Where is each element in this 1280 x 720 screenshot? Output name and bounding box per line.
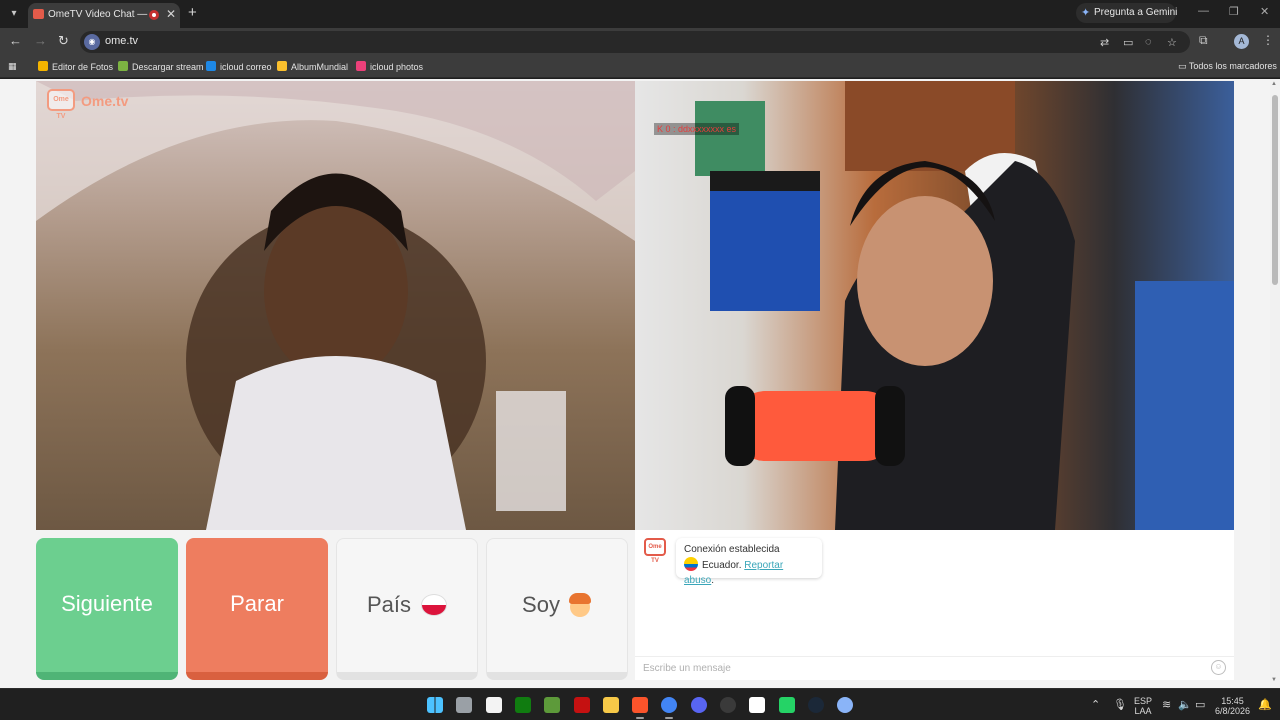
country-name: Ecuador. bbox=[702, 560, 742, 571]
battery-icon[interactable]: ▭ bbox=[1195, 698, 1205, 711]
scroll-up-icon[interactable]: ▲ bbox=[1271, 81, 1277, 87]
menu-icon[interactable]: ⋮ bbox=[1262, 33, 1274, 47]
extensions-icon[interactable]: ⧉ bbox=[1199, 33, 1208, 48]
apps-grid-icon[interactable]: ▦ bbox=[8, 61, 17, 72]
logo-tv-icon: Ome TV bbox=[47, 89, 75, 120]
back-icon[interactable]: ← bbox=[9, 33, 22, 48]
language-top: ESP bbox=[1134, 696, 1153, 706]
discord-icon[interactable] bbox=[691, 697, 707, 713]
tab-close-icon[interactable]: ✕ bbox=[166, 7, 176, 21]
ecuador-flag-icon bbox=[684, 557, 698, 571]
brave-icon[interactable] bbox=[632, 697, 648, 719]
tab-bar: ▾ OmeTV Video Chat — Ome ✕ + ✦ Pregunta … bbox=[0, 0, 1280, 28]
address-bar[interactable]: ◉ ome.tv ⇄ ▭ ◌ ☆ bbox=[80, 31, 1190, 53]
gemini-button-label: Pregunta a Gemini bbox=[1094, 7, 1178, 18]
capcut-icon[interactable] bbox=[749, 697, 765, 713]
bookmark-star-icon[interactable]: ☆ bbox=[1167, 36, 1177, 49]
country-button[interactable]: País bbox=[336, 538, 478, 680]
stranger-video-frame bbox=[36, 81, 635, 530]
gender-button-label: Soy bbox=[522, 592, 560, 617]
logo-text: Ome.tv bbox=[81, 93, 129, 109]
clock[interactable]: 15:45 6/8/2026 bbox=[1215, 696, 1250, 716]
minecraft-icon[interactable] bbox=[544, 697, 560, 713]
report-suffix: . bbox=[711, 575, 715, 586]
profile-avatar[interactable]: A bbox=[1234, 34, 1249, 49]
task-view-icon[interactable] bbox=[456, 697, 472, 713]
minimize-icon[interactable]: — bbox=[1198, 5, 1209, 17]
among-us-icon[interactable] bbox=[574, 697, 590, 713]
tab-ometv[interactable]: OmeTV Video Chat — Ome ✕ bbox=[28, 3, 180, 28]
self-video bbox=[635, 81, 1234, 530]
bookmark-descargar-stream[interactable]: Descargar stream bbox=[118, 61, 204, 72]
settings-icon[interactable] bbox=[837, 697, 853, 713]
new-tab-button[interactable]: + bbox=[188, 4, 197, 21]
bookmark-editor-fotos[interactable]: Editor de Fotos bbox=[38, 61, 113, 72]
poland-flag-icon bbox=[421, 594, 448, 616]
tab-title: OmeTV Video Chat — Ome bbox=[48, 9, 148, 20]
whatsapp-icon[interactable] bbox=[779, 697, 795, 713]
stop-button[interactable]: Parar bbox=[186, 538, 328, 680]
bookmark-icon bbox=[118, 61, 128, 71]
gemini-sparkle-icon: ✦ bbox=[1081, 7, 1091, 19]
cast-icon[interactable]: ▭ bbox=[1123, 36, 1133, 49]
gender-button[interactable]: Soy bbox=[486, 538, 628, 680]
bookmark-icloud-photos[interactable]: icloud photos bbox=[356, 61, 423, 72]
obs-icon[interactable] bbox=[720, 697, 736, 713]
notification-bell-icon[interactable]: 🔔 bbox=[1258, 698, 1272, 711]
gemini-button[interactable]: ✦ Pregunta a Gemini bbox=[1076, 3, 1178, 23]
windows-start-icon[interactable] bbox=[427, 697, 443, 713]
connection-message: Conexión establecida Ecuador. Reportar a… bbox=[676, 538, 822, 586]
chrome-icon[interactable] bbox=[661, 697, 677, 719]
bookmark-icon bbox=[206, 61, 216, 71]
microsoft-store-icon[interactable] bbox=[486, 697, 502, 713]
stream-overlay-text: K 0 : ddxxxxxxxx es bbox=[654, 123, 740, 135]
xbox-icon[interactable] bbox=[515, 697, 531, 713]
page-scrollbar[interactable]: ▲ ▼ bbox=[1270, 79, 1280, 688]
bookmark-icon bbox=[277, 61, 287, 71]
message-placeholder: Escribe un mensaje bbox=[643, 663, 731, 674]
bookmark-icloud-correo[interactable]: icloud correo bbox=[206, 61, 272, 72]
tab-search-icon[interactable]: ▾ bbox=[6, 6, 22, 22]
scrollbar-thumb[interactable] bbox=[1272, 95, 1278, 285]
folder-icon: ▭ bbox=[1178, 61, 1189, 71]
bookmark-icon bbox=[38, 61, 48, 71]
restore-icon[interactable]: ❐ bbox=[1229, 5, 1239, 18]
steam-icon[interactable] bbox=[808, 697, 824, 713]
stranger-video bbox=[36, 81, 635, 530]
all-bookmarks[interactable]: ▭ Todos los marcadores bbox=[1178, 61, 1277, 72]
forward-icon[interactable]: → bbox=[34, 33, 47, 48]
language-bottom: LAA bbox=[1134, 706, 1152, 716]
reload-icon[interactable]: ↻ bbox=[58, 33, 69, 49]
self-video-frame bbox=[695, 81, 1234, 530]
translate-icon[interactable]: ⇄ bbox=[1100, 36, 1109, 49]
site-info-icon[interactable]: ◉ bbox=[84, 34, 100, 50]
connection-status: Conexión establecida bbox=[684, 544, 780, 555]
microphone-icon[interactable]: 🎙 bbox=[1113, 698, 1127, 711]
ometv-favicon bbox=[33, 9, 44, 19]
taskbar: ⌃ 🎙 ESP LAA ≋ 🔈 ▭ 15:45 6/8/2026 🔔 bbox=[0, 688, 1280, 720]
tray-expand-icon[interactable]: ⌃ bbox=[1091, 698, 1100, 711]
country-button-label: País bbox=[366, 592, 412, 617]
country-line: Ecuador. Reportar abuso. bbox=[684, 557, 814, 588]
volume-icon[interactable]: 🔈 bbox=[1178, 698, 1192, 711]
eye-off-icon[interactable]: ◌ bbox=[1145, 36, 1152, 48]
scroll-down-icon[interactable]: ▼ bbox=[1271, 677, 1277, 683]
file-explorer-icon[interactable] bbox=[603, 697, 619, 713]
url-text: ome.tv bbox=[105, 35, 139, 47]
clock-time: 15:45 bbox=[1221, 696, 1244, 706]
message-input[interactable]: Escribe un mensaje bbox=[635, 656, 1234, 680]
clock-date: 6/8/2026 bbox=[1215, 706, 1251, 716]
language-indicator[interactable]: ESP LAA bbox=[1134, 696, 1152, 716]
close-window-icon[interactable]: ✕ bbox=[1260, 5, 1269, 18]
chat-ometv-icon: Ome TV bbox=[644, 538, 666, 564]
next-button[interactable]: Siguiente bbox=[36, 538, 178, 680]
emoji-icon[interactable]: ☺ bbox=[1211, 660, 1226, 675]
browser-toolbar: ← → ↻ ◉ ome.tv ⇄ ▭ ◌ ☆ ⧉ A ⋮ bbox=[0, 28, 1280, 56]
recording-icon bbox=[149, 10, 159, 20]
bookmark-albummundial[interactable]: AlbumMundial bbox=[277, 61, 348, 72]
bookmarks-bar: ▦ Editor de Fotos Descargar stream iclou… bbox=[0, 56, 1280, 78]
bookmark-icon bbox=[356, 61, 366, 71]
wifi-icon[interactable]: ≋ bbox=[1162, 698, 1171, 711]
boy-icon bbox=[568, 591, 592, 617]
